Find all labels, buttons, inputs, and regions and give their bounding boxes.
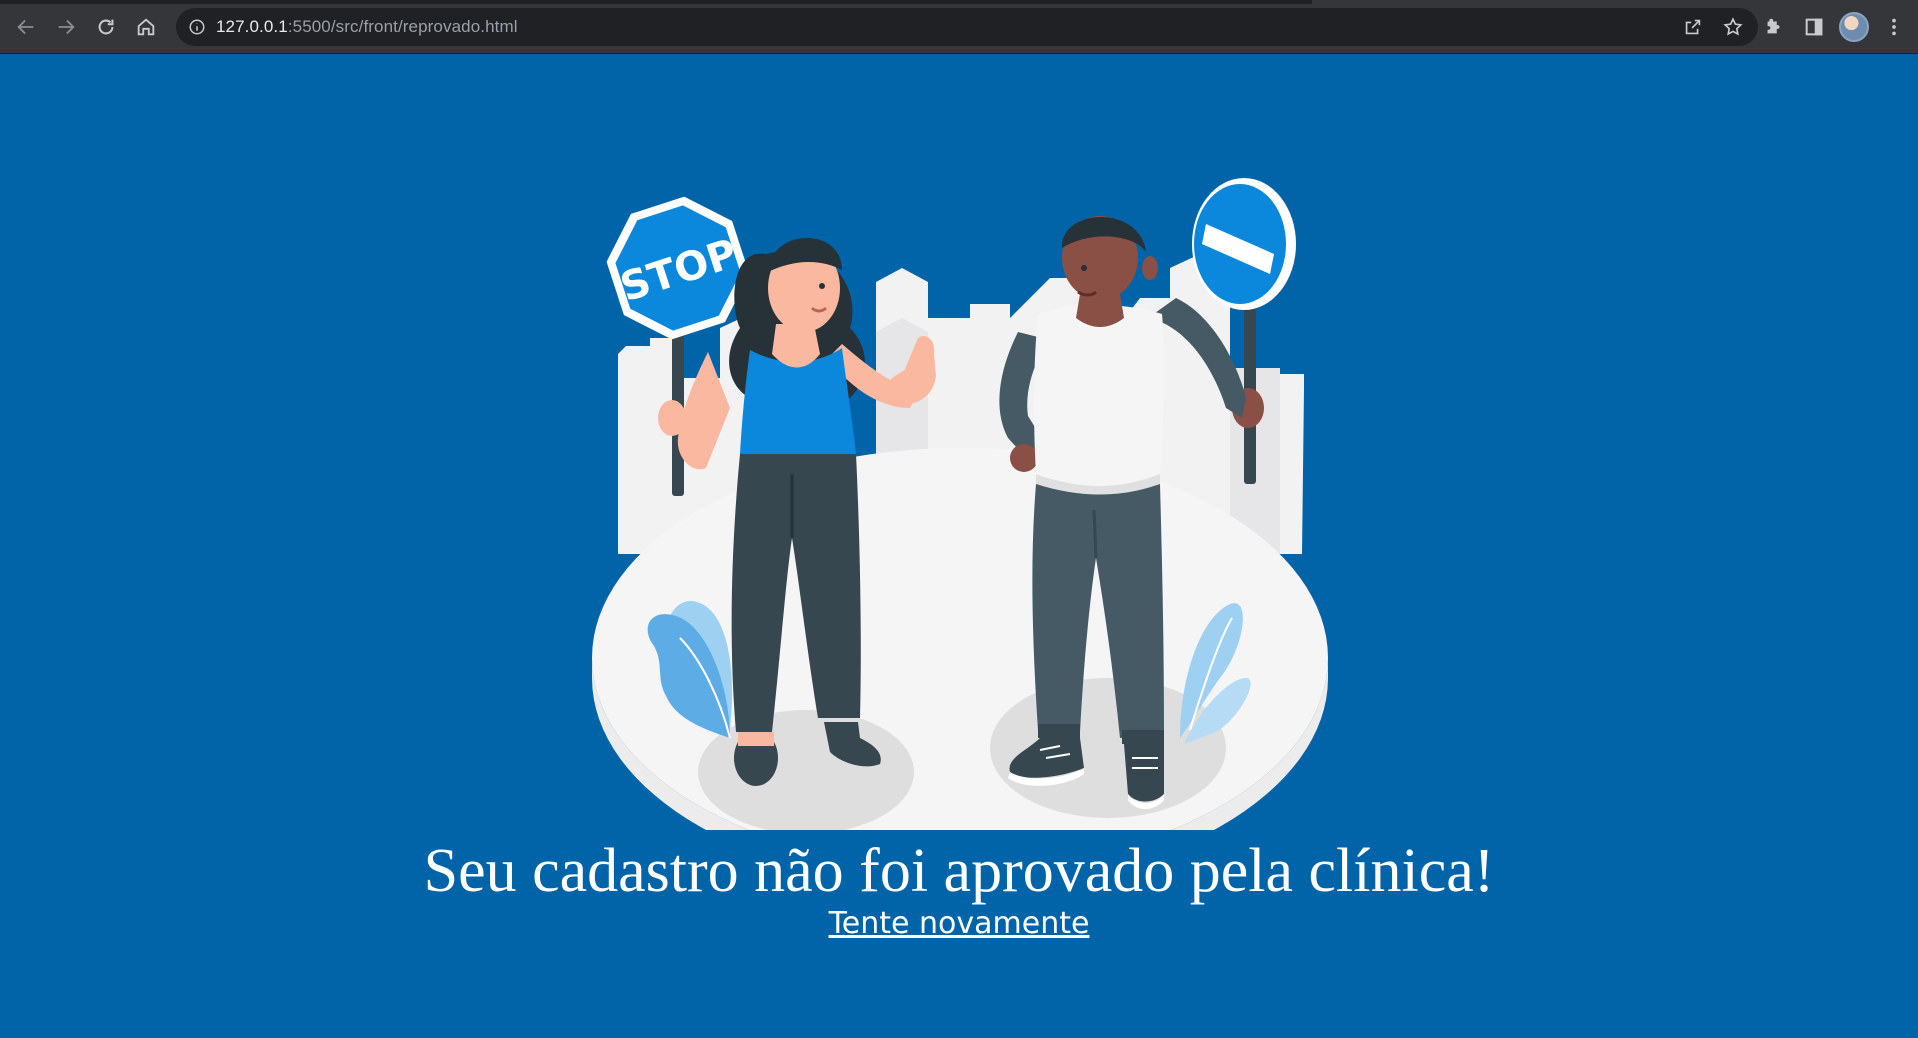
profile-button[interactable] [1834,7,1874,47]
page-content: STOP Seu cadastro não foi aprovado pela … [0,54,1918,1038]
side-panel-icon [1805,18,1823,36]
toolbar-right [1754,0,1918,54]
info-icon[interactable] [188,18,206,36]
url-host: 127.0.0.1 [216,17,288,36]
reload-icon [98,19,114,34]
retry-link[interactable]: Tente novamente [829,906,1090,941]
side-panel-button[interactable] [1794,7,1834,47]
omnibox-actions [1682,8,1744,46]
puzzle-icon [1767,18,1780,34]
star-icon[interactable] [1722,16,1744,38]
home-button[interactable] [126,7,166,47]
back-button[interactable] [6,7,46,47]
woman-shadow [698,710,914,830]
kebab-menu-icon [1892,18,1896,36]
forward-button[interactable] [46,7,86,47]
browser-toolbar: 127.0.0.1:5500/src/front/reprovado.html [0,0,1918,54]
arrow-left-icon [17,19,34,34]
address-bar[interactable]: 127.0.0.1:5500/src/front/reprovado.html [176,8,1758,46]
chrome-menu-button[interactable] [1874,7,1914,47]
retry-container: Tente novamente [0,906,1918,941]
rejection-message: Seu cadastro não foi aprovado pela clíni… [423,837,1495,905]
avatar [1839,12,1869,42]
tab-strip [0,0,1312,4]
home-icon [137,17,155,35]
rejection-illustration: STOP [592,178,1328,830]
address-url[interactable]: 127.0.0.1:5500/src/front/reprovado.html [216,17,518,37]
no-entry-sign [1192,178,1296,310]
extensions-button[interactable] [1754,7,1794,47]
reload-button[interactable] [86,7,126,47]
share-icon[interactable] [1682,16,1704,38]
arrow-right-icon [58,19,75,34]
url-path: :5500/src/front/reprovado.html [287,17,518,36]
